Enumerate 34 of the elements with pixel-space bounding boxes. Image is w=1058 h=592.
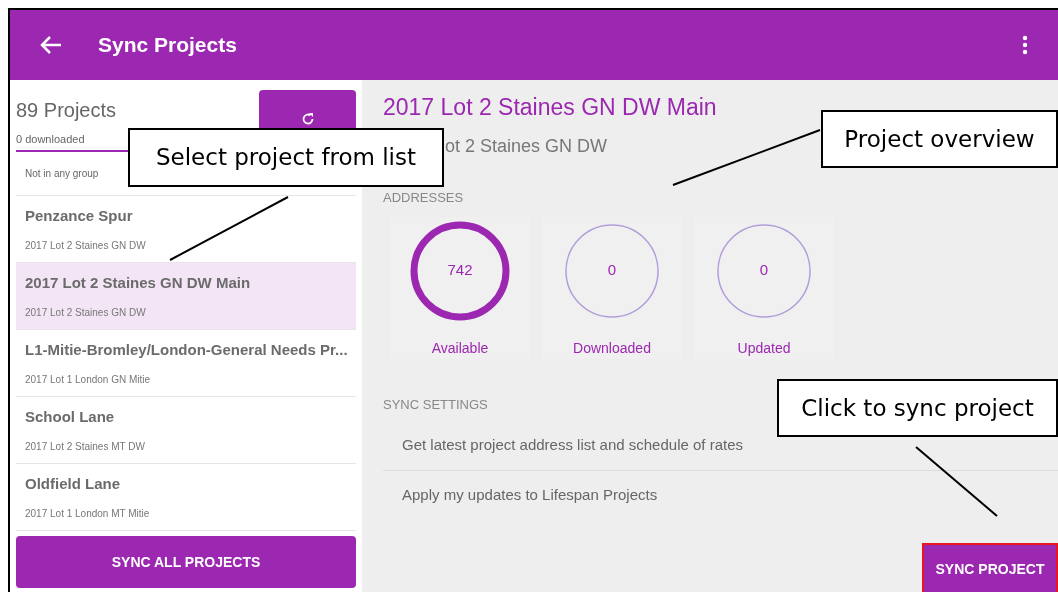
project-name: School Lane: [25, 407, 116, 428]
section-heading: SYNC SETTINGS: [383, 396, 488, 414]
app-title: Sync Projects: [98, 32, 237, 59]
stat-label: Updated: [737, 339, 791, 358]
project-list-item[interactable]: 2017 Lot 2 Staines GN DW Main 2017 Lot 2 Staines GN DW: [16, 263, 356, 330]
downloaded-count: 0 downloaded: [16, 132, 86, 147]
project-group: 2017 Lot 2 Staines GN DW: [25, 304, 347, 320]
project-name: 2017 Lot 2 Staines GN DW Main: [25, 273, 252, 294]
project-group: 2017 Lot 1 London GN Mitie: [25, 371, 347, 387]
project-name: L1-Mitie-Bromley/London-General Needs Pr...: [25, 340, 347, 361]
callout: Select project from list: [128, 128, 444, 187]
callout: Project overview: [821, 110, 1058, 168]
callout: Click to sync project: [777, 379, 1058, 437]
stat-label: Downloaded: [573, 339, 651, 358]
stat-value: 742: [447, 261, 473, 276]
project-group: 2017 Lot 1 London MT Mitie: [25, 505, 347, 521]
project-name: Oldfield Lane: [25, 474, 121, 495]
project-count: 89 Projects: [16, 98, 117, 123]
stat-label: Available: [431, 339, 489, 358]
sync-setting[interactable]: Apply my updates to Lifespan Projects: [383, 470, 1058, 521]
sync-project-button[interactable]: SYNC PROJECT: [922, 542, 1058, 592]
back-arrow-icon[interactable]: [40, 35, 62, 55]
project-group: 2017 Lot 2 Staines GN DW: [25, 237, 347, 253]
project-group: 2017 Lot 2 Staines MT DW: [25, 438, 347, 454]
project-title: 2017 Lot 2 Staines GN DW Main: [383, 93, 718, 122]
stat-value: 0: [607, 261, 617, 276]
more-icon[interactable]: [1022, 35, 1028, 55]
group-header: Not in any group: [25, 167, 99, 181]
refresh-icon: [300, 112, 315, 126]
section-heading: ADDRESSES: [383, 188, 464, 207]
stat-value: 0: [759, 261, 769, 276]
sync-all-button[interactable]: SYNC ALL PROJECTS: [16, 536, 356, 588]
project-subtitle: ot 2 Staines GN DW: [445, 134, 608, 158]
project-name: Penzance Spur: [25, 206, 134, 227]
